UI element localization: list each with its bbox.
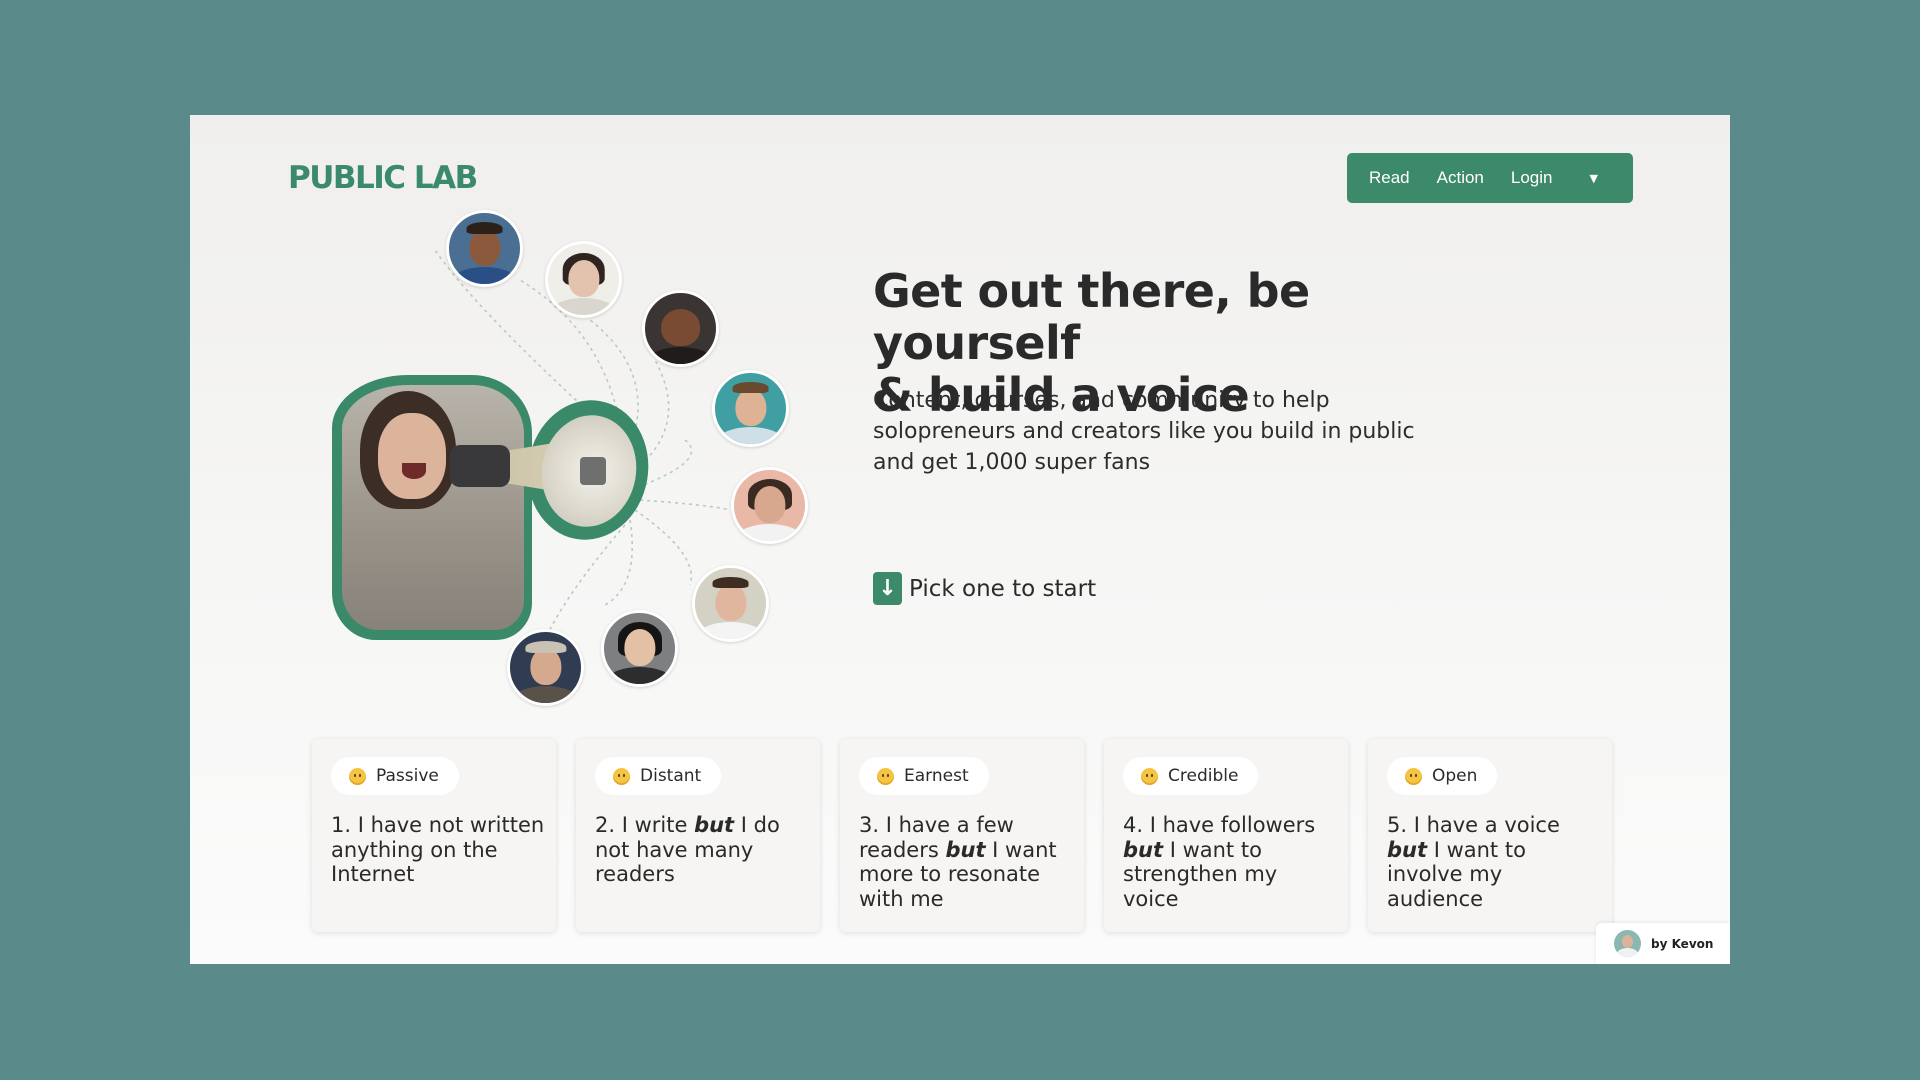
card-tag: Credible — [1123, 757, 1259, 795]
slight-smile-icon — [877, 767, 894, 785]
neutral-face-icon — [349, 767, 366, 785]
card-passive[interactable]: Passive 1. I have not written anything o… — [312, 739, 556, 932]
card-tag: Passive — [331, 757, 459, 795]
card-description: 2. I write but I do not have many reader… — [595, 813, 780, 886]
hero-subheadline: Content, courses, and community to help … — [873, 388, 1415, 475]
card-tag: Earnest — [859, 757, 989, 795]
megaphone-grip — [450, 445, 510, 487]
worried-face-icon — [613, 767, 630, 785]
avatar — [545, 241, 622, 318]
caret-down-icon[interactable]: ▼ — [1590, 172, 1598, 185]
card-open[interactable]: Open 5. I have a voice but I want to inv… — [1368, 739, 1612, 932]
nav-login[interactable]: Login — [1511, 168, 1553, 188]
nav-read[interactable]: Read — [1369, 168, 1410, 188]
card-tag-label: Earnest — [904, 766, 969, 786]
arrow-down-icon: ↓ — [873, 572, 902, 605]
card-description: 3. I have a few readers but I want more … — [859, 813, 1057, 911]
avatar — [601, 610, 678, 687]
card-credible[interactable]: Credible 4. I have followers but I want … — [1104, 739, 1348, 932]
card-distant[interactable]: Distant 2. I write but I do not have man… — [576, 739, 820, 932]
avatar — [692, 565, 769, 642]
avatar — [642, 290, 719, 367]
by-kevon-badge[interactable]: by Kevon — [1596, 923, 1730, 964]
pick-one-cta[interactable]: ↓ Pick one to start — [873, 572, 1096, 605]
badge-label: by Kevon — [1651, 936, 1714, 951]
nav-action[interactable]: Action — [1437, 168, 1484, 188]
avatar — [507, 629, 584, 706]
megaphone-center — [580, 457, 606, 485]
card-description: 4. I have followers but I want to streng… — [1123, 813, 1316, 911]
avatar — [1614, 930, 1641, 957]
landing-page: PUBLIC LAB Read Action Login ▼ Get out t… — [190, 115, 1730, 964]
card-tag: Open — [1387, 757, 1498, 795]
top-navigation: Read Action Login ▼ — [1347, 153, 1633, 203]
card-description: 1. I have not written anything on the In… — [331, 813, 545, 886]
avatar — [731, 467, 808, 544]
cta-label: Pick one to start — [909, 575, 1097, 602]
card-tag-label: Credible — [1168, 766, 1239, 786]
card-earnest[interactable]: Earnest 3. I have a few readers but I wa… — [840, 739, 1084, 932]
card-tag: Distant — [595, 757, 722, 795]
card-tag-label: Passive — [376, 766, 439, 786]
hugging-face-icon — [1405, 767, 1422, 785]
avatar — [712, 370, 789, 447]
card-description: 5. I have a voice but I want to involve … — [1387, 813, 1560, 911]
card-tag-label: Open — [1432, 766, 1478, 786]
card-tag-label: Distant — [640, 766, 702, 786]
shouting-person — [342, 385, 524, 630]
smile-icon — [1141, 767, 1158, 785]
hero-illustration — [190, 115, 890, 715]
avatar — [446, 210, 523, 287]
